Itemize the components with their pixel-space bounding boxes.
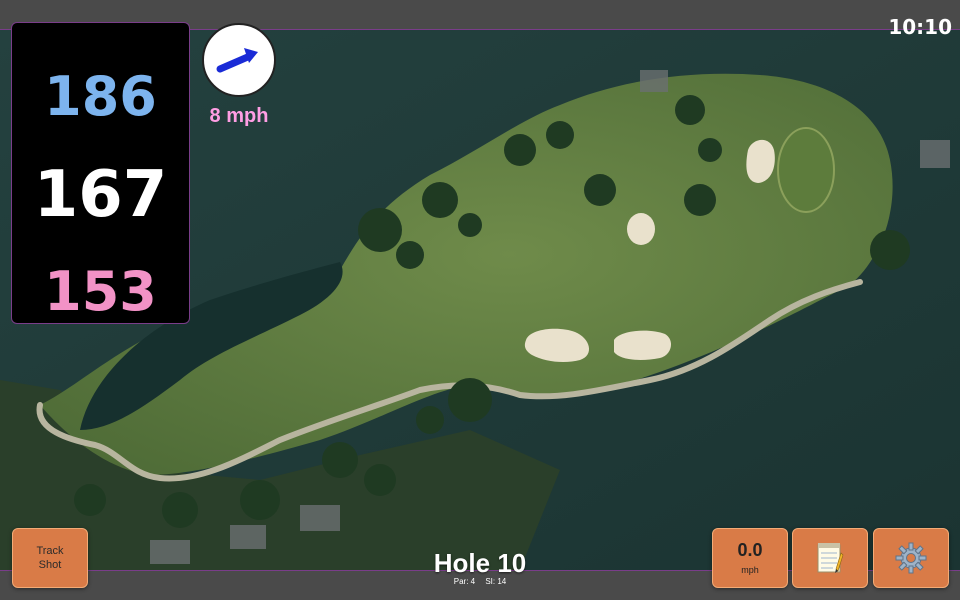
clock: 10:10 [888, 15, 952, 39]
track-shot-label-line2: Shot [38, 559, 62, 571]
distance-middle: 167 [33, 158, 168, 232]
settings-button[interactable] [873, 528, 949, 588]
bunker-fairway-right [614, 330, 672, 360]
wind-indicator [202, 23, 276, 97]
track-shot-label-line1: Track [36, 545, 64, 557]
notes-button[interactable] [792, 528, 868, 588]
distance-back: 186 [44, 65, 157, 128]
speed-unit: mph [741, 565, 759, 575]
notepad-icon [817, 543, 844, 573]
distance-front: 153 [44, 260, 157, 323]
bunker-mid [627, 213, 655, 245]
speed-value: 0.0 [737, 540, 763, 560]
gear-icon [895, 542, 927, 574]
wind-arrow-icon [216, 48, 258, 73]
wind-speed-text: 8 mph [209, 105, 269, 127]
speed-button[interactable]: 0.0 mph [712, 528, 788, 588]
golf-gps-app: 10:10 186 167 153 8 mph Track Shot Hole … [0, 0, 960, 600]
track-shot-button[interactable]: Track Shot [12, 528, 88, 588]
hole-stroke-index: SI: 14 [485, 577, 507, 586]
hole-meta: Par: 4 SI: 14 [380, 577, 580, 586]
distance-panel: 186 167 153 [11, 22, 190, 324]
hole-par: Par: 4 [453, 577, 476, 586]
hole-title: Hole 10 [433, 548, 527, 578]
putting-green [777, 127, 835, 213]
